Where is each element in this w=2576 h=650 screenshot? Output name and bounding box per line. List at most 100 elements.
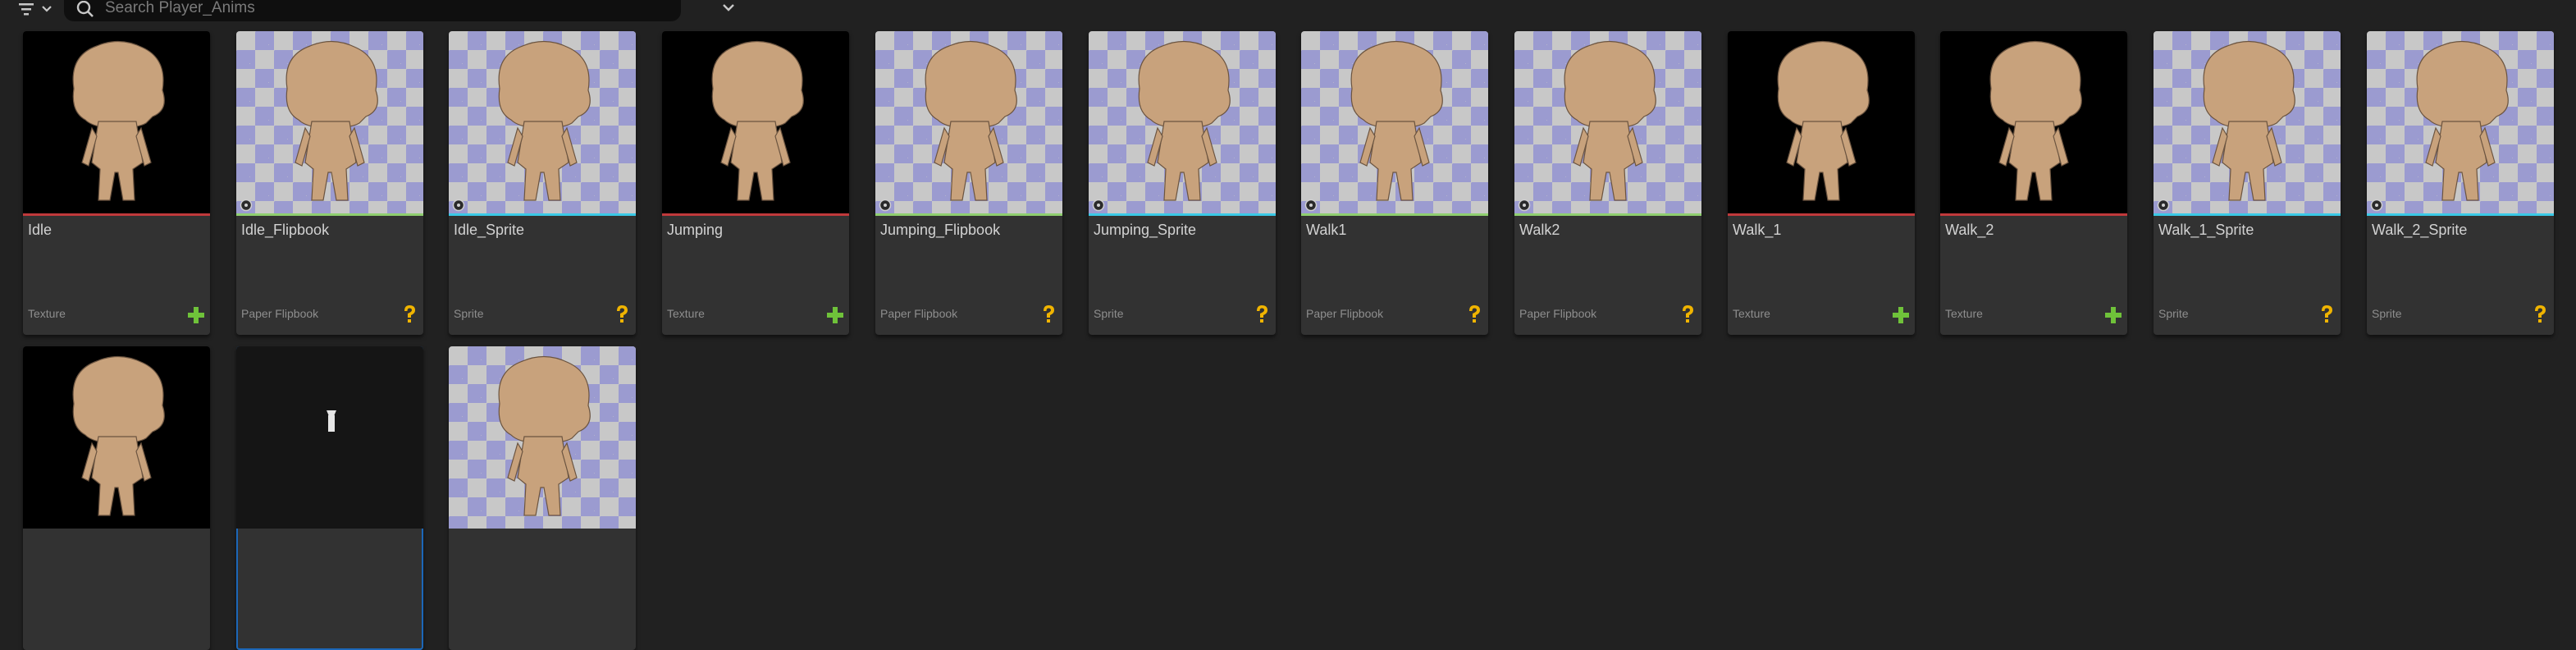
plus-icon bbox=[1893, 307, 1909, 323]
question-icon bbox=[617, 305, 628, 323]
question-icon bbox=[1253, 304, 1271, 325]
asset-type-color-bar bbox=[1089, 213, 1276, 216]
asset-badge-icon bbox=[879, 199, 892, 212]
asset-type-label: Sprite bbox=[2158, 307, 2189, 320]
plus-icon bbox=[2105, 307, 2122, 323]
asset-thumbnail bbox=[449, 31, 636, 213]
asset-thumbnail bbox=[23, 346, 210, 529]
asset-badge-icon bbox=[240, 199, 253, 212]
asset-type-label: Sprite bbox=[1094, 307, 1124, 320]
asset-name: Jumping_Flipbook bbox=[880, 222, 1001, 238]
character-thumbnail-icon bbox=[1350, 40, 1443, 201]
plus-icon bbox=[188, 307, 204, 323]
asset-thumbnail bbox=[662, 31, 849, 213]
asset-thumbnail bbox=[1728, 31, 1915, 213]
question-icon bbox=[400, 304, 418, 325]
asset-badge-icon bbox=[1304, 199, 1318, 212]
character-thumbnail-icon bbox=[72, 40, 165, 201]
asset-type-color-bar bbox=[2367, 213, 2554, 216]
search-box bbox=[64, 0, 734, 21]
asset-tile[interactable]: Walk_1 Texture bbox=[1728, 31, 1915, 335]
question-icon bbox=[613, 304, 631, 325]
asset-tile[interactable]: Idle Texture bbox=[23, 31, 210, 335]
question-icon bbox=[1465, 304, 1483, 325]
asset-thumbnail bbox=[1940, 31, 2127, 213]
character-thumbnail-icon bbox=[1138, 40, 1231, 201]
asset-type-label: Paper Flipbook bbox=[1519, 307, 1597, 320]
asset-type-label: Sprite bbox=[454, 307, 484, 320]
plus-icon bbox=[2104, 304, 2122, 325]
asset-tile[interactable] bbox=[236, 346, 423, 650]
asset-tile[interactable]: Walk2 Paper Flipbook bbox=[1514, 31, 1701, 335]
asset-badge-icon bbox=[1092, 199, 1105, 212]
asset-tile[interactable] bbox=[23, 346, 210, 650]
asset-type-color-bar bbox=[662, 213, 849, 216]
asset-type-label: Texture bbox=[667, 307, 705, 320]
asset-thumbnail bbox=[236, 31, 423, 213]
asset-type-label: Sprite bbox=[2372, 307, 2402, 320]
chevron-down-icon bbox=[42, 6, 52, 12]
question-icon bbox=[1469, 305, 1480, 323]
search-input[interactable] bbox=[103, 0, 632, 20]
asset-tile[interactable]: Walk_1_Sprite Sprite bbox=[2154, 31, 2341, 335]
asset-name: Walk2 bbox=[1519, 222, 1560, 238]
asset-tile[interactable]: Walk_2_Sprite Sprite bbox=[2367, 31, 2554, 335]
asset-tile[interactable]: Jumping_Sprite Sprite bbox=[1089, 31, 1276, 335]
asset-type-color-bar bbox=[236, 213, 423, 216]
plus-icon bbox=[1892, 304, 1910, 325]
asset-type-color-bar bbox=[1728, 213, 1915, 216]
asset-type-label: Paper Flipbook bbox=[880, 307, 958, 320]
asset-name: Walk_2 bbox=[1945, 222, 1994, 238]
asset-tile[interactable]: Idle_Sprite Sprite bbox=[449, 31, 636, 335]
question-icon bbox=[1039, 304, 1057, 325]
asset-type-label: Paper Flipbook bbox=[241, 307, 319, 320]
asset-tile[interactable]: Idle_Flipbook Paper Flipbook bbox=[236, 31, 423, 335]
asset-type-color-bar bbox=[1301, 213, 1488, 216]
question-icon bbox=[1679, 304, 1697, 325]
asset-tile[interactable]: Walk_2 Texture bbox=[1940, 31, 2127, 335]
asset-name: Idle_Sprite bbox=[454, 222, 525, 238]
asset-name: Walk_2_Sprite bbox=[2372, 222, 2468, 238]
asset-badge-icon bbox=[2157, 199, 2170, 212]
character-thumbnail-icon bbox=[2416, 40, 2509, 201]
asset-type-color-bar bbox=[1940, 213, 2127, 216]
asset-thumbnail bbox=[1514, 31, 1701, 213]
character-thumbnail-icon bbox=[72, 355, 165, 516]
asset-thumbnail bbox=[449, 346, 636, 529]
character-thumbnail-icon bbox=[1777, 40, 1870, 201]
asset-type-color-bar bbox=[2154, 213, 2341, 216]
asset-type-label: Texture bbox=[1945, 307, 1983, 320]
asset-name: Walk_1_Sprite bbox=[2158, 222, 2254, 238]
asset-name: Jumping_Sprite bbox=[1094, 222, 1197, 238]
character-thumbnail-icon bbox=[498, 355, 591, 516]
play-cursor-icon bbox=[327, 410, 336, 432]
asset-badge-icon bbox=[2370, 199, 2383, 212]
asset-tile[interactable]: Walk1 Paper Flipbook bbox=[1301, 31, 1488, 335]
asset-tile[interactable]: Jumping_Flipbook Paper Flipbook bbox=[875, 31, 1062, 335]
toolbar bbox=[0, 0, 2576, 23]
plus-icon bbox=[827, 307, 843, 323]
asset-name: Jumping bbox=[667, 222, 724, 238]
search-options-chevron-icon[interactable] bbox=[720, 2, 737, 15]
asset-type-color-bar bbox=[1514, 213, 1701, 216]
question-icon bbox=[2535, 305, 2546, 323]
character-thumbnail-icon bbox=[1989, 40, 2082, 201]
asset-tile[interactable]: Jumping Texture bbox=[662, 31, 849, 335]
question-icon bbox=[404, 305, 415, 323]
asset-thumbnail bbox=[1301, 31, 1488, 213]
asset-badge-icon bbox=[452, 199, 465, 212]
question-icon bbox=[1044, 305, 1054, 323]
asset-name: Walk_1 bbox=[1733, 222, 1782, 238]
question-icon bbox=[2318, 304, 2336, 325]
filter-icon bbox=[19, 3, 52, 16]
filter-button[interactable] bbox=[16, 0, 59, 18]
question-icon bbox=[1683, 305, 1693, 323]
asset-thumbnail bbox=[236, 346, 423, 529]
asset-thumbnail bbox=[1089, 31, 1276, 213]
asset-badge-icon bbox=[1518, 199, 1531, 212]
question-icon bbox=[2531, 304, 2549, 325]
asset-name: Idle bbox=[28, 222, 53, 238]
asset-thumbnail bbox=[2154, 31, 2341, 213]
plus-icon bbox=[187, 304, 205, 325]
asset-tile[interactable] bbox=[449, 346, 636, 650]
